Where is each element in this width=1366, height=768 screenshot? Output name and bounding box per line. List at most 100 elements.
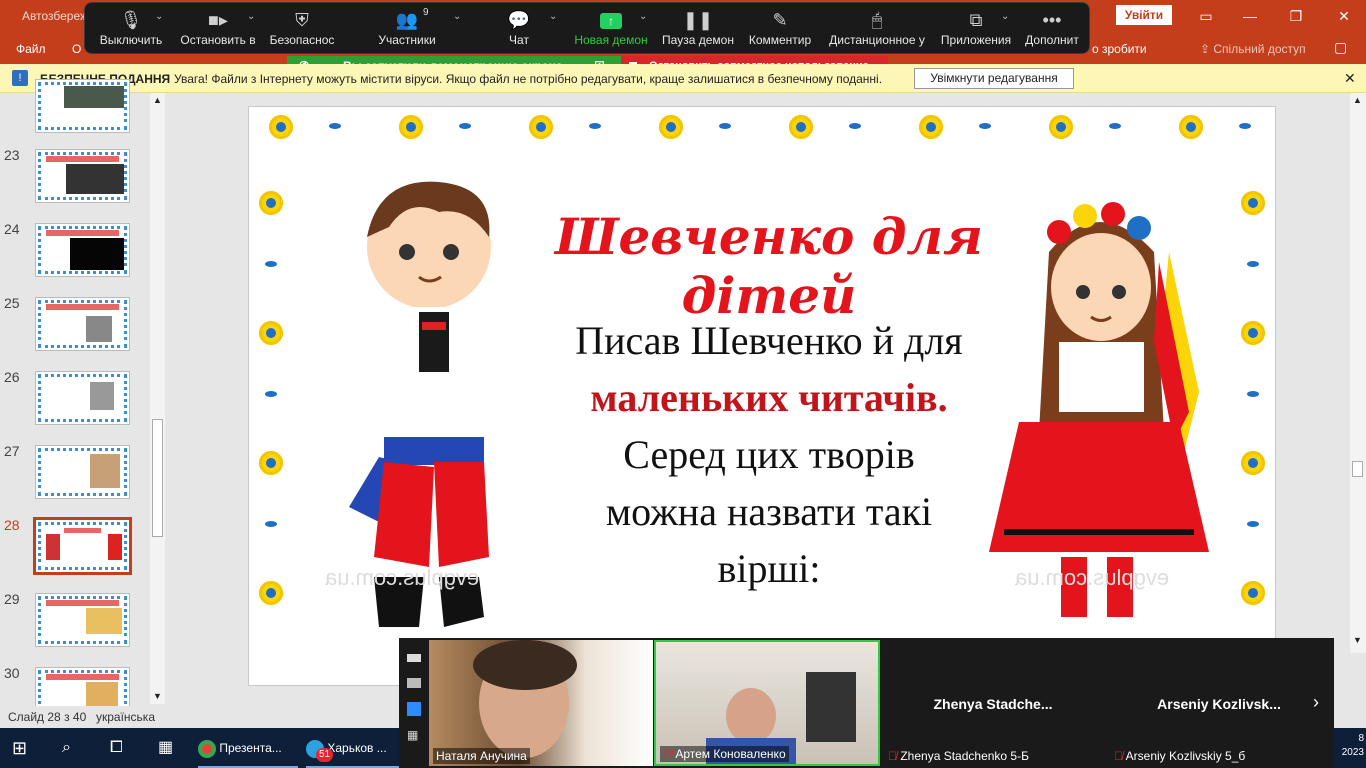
pause-share-label: Пауза демон — [662, 33, 734, 47]
task-view-icon[interactable]: ⧠ — [110, 728, 132, 768]
body-line: вірші: — [717, 546, 821, 591]
participant-face — [726, 688, 776, 744]
thumbnails-scrollbar[interactable]: ▲ ▼ — [150, 93, 165, 704]
protected-view-bar: ! БЕЗПЕЧНЕ ПОДАННЯ Увага! Файли з Інтерн… — [0, 64, 1366, 93]
video-tile[interactable]: Наталя Анучина — [429, 640, 653, 766]
restore-icon[interactable]: ❐ — [1286, 6, 1306, 26]
login-button[interactable]: Увійти — [1116, 5, 1172, 25]
chevron-down-icon[interactable]: ⌄ — [549, 11, 557, 22]
thumbnail-title — [46, 600, 119, 606]
ribbon-display-icon[interactable]: ▭ — [1196, 6, 1216, 26]
language-indicator[interactable]: українська — [96, 710, 155, 724]
chevron-down-icon[interactable]: ⌄ — [639, 11, 647, 22]
taskbar-clock[interactable]: 8 2023 — [1334, 728, 1364, 768]
pause-share-button[interactable]: ❚❚ Пауза демон — [661, 3, 735, 55]
close-window-icon[interactable]: ✕ — [1334, 6, 1354, 26]
slide-title[interactable]: Шевченко для дітей — [519, 207, 1019, 325]
clock-date: 2023 — [1341, 747, 1364, 758]
remote-control-icon: 🖱 — [871, 10, 883, 30]
participant-name: 🎙̸ Артем Коноваленко — [660, 746, 789, 762]
tab-file[interactable]: Файл — [16, 42, 46, 56]
more-button[interactable]: ••• Дополнит — [1023, 3, 1081, 55]
background-object — [806, 672, 856, 742]
tell-me-field[interactable]: о зробити — [1092, 42, 1147, 56]
muted-mic-icon: 🎙̸ — [888, 749, 897, 763]
thumbnail-title — [46, 230, 119, 236]
chat-button[interactable]: 💬 ⌄ Чат — [499, 3, 558, 55]
comments-icon[interactable]: ▢ — [1334, 39, 1347, 56]
slide-scrollbar[interactable]: ▲ ▼ — [1350, 93, 1366, 653]
thumbnail-title — [46, 674, 119, 680]
calculator-icon[interactable]: ▦ — [158, 728, 180, 768]
remote-control-button[interactable]: 🖱 Дистанционное у — [827, 3, 927, 55]
slide-thumbnail[interactable] — [35, 371, 130, 425]
thumbnail-title — [64, 528, 101, 533]
annotate-label: Комментир — [748, 33, 812, 47]
slide-body-text[interactable]: Писав Шевченко й для маленьких читачів. … — [539, 312, 999, 597]
scroll-up-icon[interactable]: ▲ — [153, 95, 162, 105]
slide-thumbnail[interactable] — [35, 79, 130, 133]
security-button[interactable]: ⛨ Безопаснос — [269, 3, 335, 55]
chevron-down-icon[interactable]: ⌄ — [453, 11, 461, 22]
search-icon[interactable]: ⌕ — [62, 728, 84, 768]
body-line: Серед цих творів — [623, 432, 915, 477]
video-tile-active-speaker[interactable]: 🎙̸ Артем Коноваленко — [654, 640, 880, 766]
thumbnail-image — [64, 86, 124, 108]
slide-editor-area: Шевченко для дітей Писав Шевченко й для … — [170, 93, 1366, 706]
zoom-meeting-toolbar: 🎙 ⌄ Выключить ■▸ ⌄ Остановить в ⛨ Безопа… — [84, 2, 1090, 54]
close-icon[interactable]: ✕ — [1344, 70, 1356, 87]
watermark-left: evgplus.com.ua — [325, 565, 480, 590]
remote-control-label: Дистанционное у — [829, 33, 925, 47]
annotate-button[interactable]: ✎ Комментир — [747, 3, 813, 55]
zoom-video-strip: ▦ Наталя Анучина 🎙̸ Артем Коноваленко Zh… — [399, 638, 1334, 768]
taskbar-telegram[interactable]: 51 Харьков ... — [306, 728, 402, 768]
slide-number: 30 — [4, 665, 20, 681]
windows-start-icon[interactable]: ⊞ — [12, 728, 38, 768]
scrollbar-thumb[interactable] — [152, 419, 163, 537]
scroll-down-icon[interactable]: ▼ — [153, 691, 162, 701]
mute-button[interactable]: 🎙 ⌄ Выключить — [95, 3, 167, 55]
share-button[interactable]: ⇪ Спільний доступ — [1200, 42, 1306, 56]
thumbnail-image — [66, 164, 124, 194]
taskbar-chrome[interactable]: Презента... — [198, 728, 298, 768]
apps-button[interactable]: ⧉ ⌄ Приложения — [939, 3, 1013, 55]
scrollbar-thumb[interactable] — [1352, 461, 1363, 477]
shield-icon: ! — [12, 70, 28, 86]
enable-editing-button[interactable]: Увімкнути редагування — [914, 68, 1074, 89]
stop-video-button[interactable]: ■▸ ⌄ Остановить в — [177, 3, 259, 55]
folk-border-right — [1233, 151, 1275, 685]
chevron-down-icon[interactable]: ⌄ — [155, 11, 163, 22]
new-share-button[interactable]: ↑ ⌄ Новая демон — [573, 3, 649, 55]
tab-home[interactable]: О — [72, 42, 81, 56]
grid-view-icon[interactable]: ▦ — [407, 728, 418, 742]
share-screen-icon: ↑ — [600, 13, 622, 30]
chevron-right-icon[interactable]: › — [1313, 692, 1319, 713]
chevron-down-icon[interactable]: ⌄ — [1001, 11, 1009, 22]
scroll-up-icon[interactable]: ▲ — [1353, 95, 1362, 105]
muted-mic-icon: 🎙̸ — [1114, 749, 1123, 763]
slide-thumbnail[interactable] — [35, 297, 130, 351]
minimize-icon[interactable]: — — [1240, 6, 1260, 26]
participants-icon: 👥 — [395, 10, 419, 30]
strip-view-icon[interactable] — [407, 702, 421, 716]
thumbnail-image — [90, 454, 120, 488]
slide-thumbnail[interactable] — [35, 445, 130, 499]
thumbnail-title — [46, 304, 119, 310]
scroll-down-icon[interactable]: ▼ — [1353, 635, 1362, 645]
participants-button[interactable]: 👥 9 ⌄ Участники — [373, 3, 461, 55]
slide-thumbnail[interactable] — [35, 593, 130, 647]
thumbnail-title — [46, 156, 119, 162]
apps-label: Приложения — [940, 33, 1012, 47]
slide-thumbnail[interactable] — [35, 223, 130, 277]
share-people-icon: ⇪ — [1200, 42, 1214, 56]
slide-thumbnail-selected[interactable] — [33, 517, 132, 575]
video-tile[interactable]: Zhenya Stadche... 🎙̸ Zhenya Stadchenko 5… — [881, 640, 1105, 766]
slide-thumbnail[interactable] — [35, 149, 130, 203]
slide-number: 29 — [4, 591, 20, 607]
chevron-down-icon[interactable]: ⌄ — [247, 11, 255, 22]
minimize-video-icon[interactable] — [407, 654, 421, 662]
participant-name-text: Артем Коноваленко — [675, 747, 786, 761]
single-view-icon[interactable] — [407, 678, 421, 688]
video-tile[interactable]: Arseniy Kozlivsk... 🎙̸ Arseniy Kozlivski… — [1107, 640, 1331, 766]
chat-label: Чат — [509, 33, 529, 47]
